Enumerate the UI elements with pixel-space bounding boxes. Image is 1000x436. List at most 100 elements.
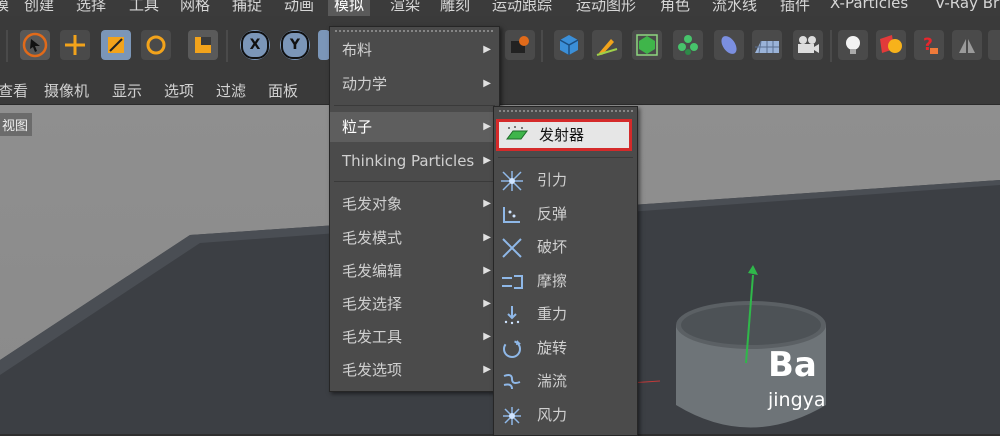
watermark-text: jingya xyxy=(768,389,826,411)
viewport-menu-cameras[interactable]: 摄像机 xyxy=(44,80,89,101)
viewport-menu-display[interactable]: 显示 xyxy=(112,80,142,101)
menu-item-hair-edit[interactable]: 毛发编辑 ▶ xyxy=(330,256,499,286)
menu-item-label: 反弹 xyxy=(537,205,568,223)
viewport-label: 视图 xyxy=(0,113,33,136)
menu-select[interactable]: 选择 xyxy=(76,0,106,15)
menu-item-hair-tools[interactable]: 毛发工具 ▶ xyxy=(330,322,499,352)
toolbar-separator xyxy=(226,30,228,62)
toolbar-separator xyxy=(6,30,8,62)
menu-item-attractor[interactable]: 引力 xyxy=(494,165,637,195)
menu-simulate[interactable]: 模拟 xyxy=(328,0,371,16)
cloner-icon[interactable] xyxy=(673,30,703,60)
menu-mograph[interactable]: 运动图形 xyxy=(576,0,636,15)
tag-icon[interactable] xyxy=(876,30,906,60)
menu-item-label: 毛发工具 xyxy=(342,328,403,346)
menu-sculpt[interactable]: 雕刻 xyxy=(440,0,470,15)
menu-item-wind[interactable]: 风力 xyxy=(494,400,637,430)
menu-item-label: 毛发选项 xyxy=(342,361,403,379)
viewport-menu-view[interactable]: 查看 xyxy=(0,80,28,101)
tearoff-handle[interactable] xyxy=(498,109,633,113)
menu-render[interactable]: 渲染 xyxy=(390,0,420,15)
gravity-icon xyxy=(504,306,520,325)
menu-item-cloth[interactable]: 布料 ▶ xyxy=(330,35,499,65)
menu-item-friction[interactable]: 摩擦 xyxy=(494,266,637,296)
menu-mesh[interactable]: 网格 xyxy=(180,0,210,15)
menu-model[interactable]: 模 xyxy=(0,0,9,15)
deformer-icon[interactable] xyxy=(714,30,744,60)
camera-icon[interactable] xyxy=(793,30,823,60)
submenu-arrow-icon: ▶ xyxy=(483,121,491,132)
toolbar-separator xyxy=(541,30,543,62)
submenu-arrow-icon: ▶ xyxy=(483,265,491,276)
menu-item-label: 重力 xyxy=(537,305,568,323)
menu-item-dynamics[interactable]: 动力学 ▶ xyxy=(330,69,499,99)
menu-item-label: 毛发编辑 xyxy=(342,262,403,280)
menu-item-label: 湍流 xyxy=(537,372,568,390)
move-icon[interactable] xyxy=(60,30,90,60)
menu-animate[interactable]: 动画 xyxy=(284,0,314,15)
light-icon[interactable] xyxy=(838,30,868,60)
submenu-arrow-icon: ▶ xyxy=(483,331,491,342)
menu-item-label: 风力 xyxy=(537,406,568,424)
watermark-logo: Ba xyxy=(768,345,817,385)
menu-character[interactable]: 角色 xyxy=(660,0,690,15)
simulate-menu: 布料 ▶ 动力学 ▶ 粒子 ▶ Thinking Particles ▶ 毛发对… xyxy=(329,26,500,392)
menu-item-rotation[interactable]: 旋转 xyxy=(494,333,637,363)
tearoff-handle[interactable] xyxy=(334,29,495,33)
menu-item-deflector[interactable]: 反弹 xyxy=(494,199,637,229)
menu-item-hair-objects[interactable]: 毛发对象 ▶ xyxy=(330,189,499,219)
menu-item-hair-selection[interactable]: 毛发选择 ▶ xyxy=(330,289,499,319)
attractor-icon xyxy=(501,171,523,191)
menu-snap[interactable]: 捕捉 xyxy=(232,0,262,15)
menu-item-hair-mode[interactable]: 毛发模式 ▶ xyxy=(330,223,499,253)
symmetry-icon[interactable] xyxy=(952,30,982,60)
viewport-menu-panel[interactable]: 面板 xyxy=(268,80,298,101)
menu-plugins[interactable]: 插件 xyxy=(780,0,810,15)
render-settings-icon[interactable] xyxy=(505,30,535,60)
menu-create[interactable]: 创建 xyxy=(24,0,54,15)
pen-icon[interactable] xyxy=(592,30,622,60)
menu-pipeline[interactable]: 流水线 xyxy=(712,0,757,15)
menu-item-particles[interactable]: 粒子 ▶ xyxy=(330,112,499,142)
submenu-arrow-icon: ▶ xyxy=(483,364,491,375)
emitter-label: 发射器 xyxy=(539,126,585,144)
model-mode-icon[interactable] xyxy=(188,30,218,60)
menu-item-gravity[interactable]: 重力 xyxy=(494,299,637,329)
axis-y-button[interactable]: Y xyxy=(280,30,310,60)
menubar: 模 创建 选择 工具 网格 捕捉 动画 模拟 渲染 雕刻 运动跟踪 运动图形 角… xyxy=(0,0,1000,16)
scale-icon[interactable] xyxy=(101,30,131,60)
toolbar-separator xyxy=(830,30,832,62)
menu-item-label: 毛发模式 xyxy=(342,229,403,247)
viewport-menu-filter[interactable]: 过滤 xyxy=(216,80,246,101)
submenu-arrow-icon: ▶ xyxy=(483,232,491,243)
viewport-menu-options[interactable]: 选项 xyxy=(164,80,194,101)
help-icon[interactable]: ? xyxy=(914,30,944,60)
menu-item-emitter[interactable]: 发射器 xyxy=(496,119,632,151)
submenu-arrow-icon: ▶ xyxy=(483,298,491,309)
menu-item-label: 毛发选择 xyxy=(342,295,403,313)
deflector-icon xyxy=(503,207,520,223)
rotation-icon xyxy=(503,340,521,358)
menu-item-label: 引力 xyxy=(537,171,568,189)
axis-x-label: X xyxy=(241,31,269,59)
menu-motion-tracking[interactable]: 运动跟踪 xyxy=(492,0,552,15)
grid-icon[interactable] xyxy=(988,30,1000,60)
menu-x-particles[interactable]: X-Particles xyxy=(830,0,908,12)
friction-icon xyxy=(502,275,523,289)
menu-item-hair-options[interactable]: 毛发选项 ▶ xyxy=(330,355,499,385)
live-select-icon[interactable] xyxy=(20,30,50,60)
menu-item-turbulence[interactable]: 湍流 xyxy=(494,366,637,396)
menu-vray[interactable]: V-Ray Br xyxy=(935,0,999,12)
menu-item-destructor[interactable]: 破坏 xyxy=(494,232,637,262)
floor-icon[interactable] xyxy=(752,30,782,60)
menu-item-thinking-particles[interactable]: Thinking Particles ▶ xyxy=(330,146,499,176)
particles-submenu: 发射器 引力 反弹 破坏 摩擦 重力 旋转 湍流 风力 xyxy=(493,106,638,436)
cube-icon[interactable] xyxy=(554,30,584,60)
menu-item-label: 动力学 xyxy=(342,75,388,93)
submenu-arrow-icon: ▶ xyxy=(483,78,491,89)
axis-x-button[interactable]: X xyxy=(240,30,270,60)
rotate-icon[interactable] xyxy=(141,30,171,60)
subdivision-icon[interactable] xyxy=(632,30,662,60)
menu-tools[interactable]: 工具 xyxy=(129,0,159,15)
menu-item-label: 粒子 xyxy=(342,118,373,136)
